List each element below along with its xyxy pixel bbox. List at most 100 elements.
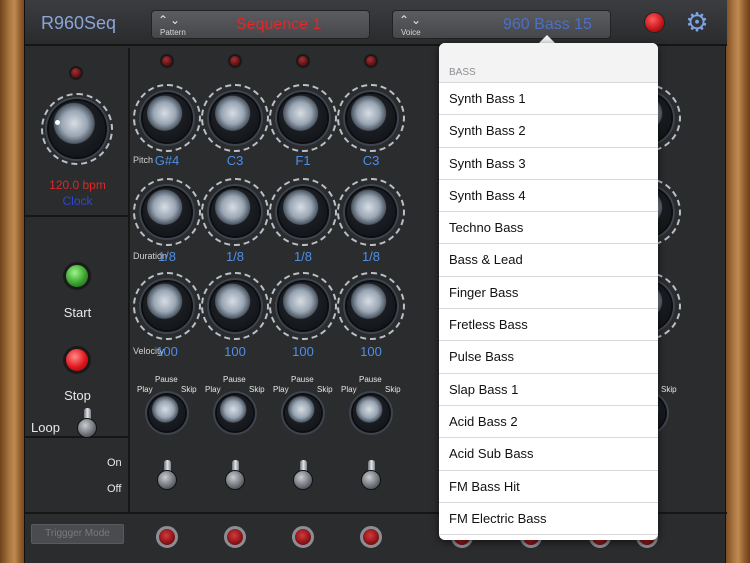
skip-label: Skip bbox=[181, 385, 197, 394]
skip-label: Skip bbox=[661, 385, 677, 394]
voice-caption: Voice bbox=[401, 28, 421, 37]
up-down-arrows-icon[interactable]: ⌃⌄ bbox=[158, 13, 182, 27]
play-mode-knob[interactable] bbox=[149, 395, 185, 431]
step-toggle[interactable] bbox=[156, 460, 178, 490]
step-toggle[interactable] bbox=[292, 460, 314, 490]
pattern-selector[interactable]: ⌃⌄ Pattern Sequence 1 bbox=[151, 10, 370, 39]
dropdown-item[interactable]: Acid Bass 2 bbox=[439, 405, 658, 439]
velocity-knob[interactable] bbox=[211, 282, 259, 330]
voice-dropdown: BASS Synth Bass 1 Synth Bass 2 Synth Bass … bbox=[439, 43, 658, 540]
tempo-knob-indicator bbox=[55, 120, 60, 125]
pause-label: Pause bbox=[291, 375, 314, 384]
duration-knob[interactable] bbox=[143, 188, 191, 236]
pitch-knob[interactable] bbox=[143, 94, 191, 142]
velocity-knob[interactable] bbox=[279, 282, 327, 330]
dropdown-item[interactable]: Techno Bass bbox=[439, 212, 658, 245]
app-title: R960Seq bbox=[41, 13, 117, 33]
start-button[interactable] bbox=[63, 262, 91, 290]
divider bbox=[25, 215, 130, 217]
step-led bbox=[364, 54, 378, 68]
pitch-value: G#4 bbox=[154, 153, 180, 168]
dropdown-list: Synth Bass 1 Synth Bass 2 Synth Bass 3 Synt… bbox=[439, 83, 658, 536]
clock-led bbox=[69, 66, 83, 80]
dropdown-item[interactable]: FM Bass Hit bbox=[439, 470, 658, 503]
duration-value: 1/8 bbox=[293, 249, 313, 264]
pause-label: Pause bbox=[223, 375, 246, 384]
tempo-knob[interactable] bbox=[49, 101, 105, 157]
record-icon[interactable] bbox=[644, 12, 665, 33]
velocity-knob[interactable] bbox=[143, 282, 191, 330]
dropdown-section-header: BASS bbox=[439, 43, 658, 83]
dropdown-item[interactable]: Fretless Bass bbox=[439, 309, 658, 342]
duration-value: 1/8 bbox=[157, 249, 177, 264]
trigger-mode-button[interactable]: Triggger Mode bbox=[31, 524, 124, 544]
duration-knob[interactable] bbox=[347, 188, 395, 236]
velocity-value: 100 bbox=[292, 344, 314, 359]
trigger-led[interactable] bbox=[156, 526, 178, 548]
dropdown-item[interactable]: Pulse Bass bbox=[439, 341, 658, 374]
velocity-knob[interactable] bbox=[347, 282, 395, 330]
stop-button[interactable] bbox=[63, 346, 91, 374]
duration-value: 1/8 bbox=[361, 249, 381, 264]
duration-knob[interactable] bbox=[211, 188, 259, 236]
step-toggle[interactable] bbox=[360, 460, 382, 490]
pattern-value: Sequence 1 bbox=[236, 16, 322, 33]
skip-label: Skip bbox=[385, 385, 401, 394]
pitch-knob[interactable] bbox=[347, 94, 395, 142]
skip-label: Skip bbox=[317, 385, 333, 394]
trigger-led[interactable] bbox=[292, 526, 314, 548]
voice-value: 960 Bass 15 bbox=[503, 16, 592, 33]
toggle-base bbox=[157, 470, 177, 490]
play-mode-knob[interactable] bbox=[285, 395, 321, 431]
step-toggle[interactable] bbox=[224, 460, 246, 490]
play-mode-knob[interactable] bbox=[217, 395, 253, 431]
voice-selector[interactable]: ⌃⌄ Voice 960 Bass 15 bbox=[392, 10, 611, 39]
play-label: Play bbox=[205, 385, 221, 394]
play-mode-knob[interactable] bbox=[353, 395, 389, 431]
toggle-base bbox=[77, 418, 97, 438]
step-led bbox=[296, 54, 310, 68]
duration-knob[interactable] bbox=[279, 188, 327, 236]
play-label: Play bbox=[341, 385, 357, 394]
bpm-readout: 120.0 bpm bbox=[49, 178, 106, 192]
pause-label: Pause bbox=[359, 375, 382, 384]
dropdown-item[interactable]: Finger Bass bbox=[439, 276, 658, 310]
play-label: Play bbox=[273, 385, 289, 394]
velocity-value: 100 bbox=[156, 344, 178, 359]
dropdown-item[interactable]: FM Electric Bass bbox=[439, 502, 658, 536]
step-led bbox=[228, 54, 242, 68]
dropdown-item[interactable]: Synth Bass 1 bbox=[439, 83, 658, 116]
toggle-base bbox=[293, 470, 313, 490]
trigger-led[interactable] bbox=[224, 526, 246, 548]
loop-toggle[interactable] bbox=[76, 408, 98, 438]
gear-icon[interactable]: ⚙ bbox=[683, 8, 711, 36]
sequencer-panel: R960Seq ⌃⌄ Pattern Sequence 1 ⌃⌄ Voice 9… bbox=[24, 0, 727, 563]
toggle-base bbox=[361, 470, 381, 490]
dropdown-item[interactable]: Synth Bass 4 bbox=[439, 179, 658, 213]
up-down-arrows-icon[interactable]: ⌃⌄ bbox=[399, 13, 423, 27]
loop-on-label: On bbox=[107, 457, 122, 469]
step-led bbox=[160, 54, 174, 68]
wood-frame-left bbox=[0, 0, 26, 563]
dropdown-item[interactable]: Slap Bass 1 bbox=[439, 373, 658, 406]
pitch-value: F1 bbox=[295, 153, 311, 168]
trigger-led[interactable] bbox=[360, 526, 382, 548]
clock-source[interactable]: Clock bbox=[25, 194, 130, 208]
toggle-base bbox=[225, 470, 245, 490]
dropdown-item[interactable]: Synth Bass 3 bbox=[439, 147, 658, 180]
dropdown-item[interactable]: Synth Bass 2 bbox=[439, 115, 658, 148]
pitch-knob[interactable] bbox=[279, 94, 327, 142]
velocity-value: 100 bbox=[360, 344, 382, 359]
stop-label: Stop bbox=[64, 388, 91, 403]
header-bar: R960Seq ⌃⌄ Pattern Sequence 1 ⌃⌄ Voice 9… bbox=[25, 0, 727, 46]
pitch-value: C3 bbox=[362, 153, 380, 168]
left-control-column: 120.0 bpm Clock Start Stop bbox=[25, 48, 130, 514]
velocity-value: 100 bbox=[224, 344, 246, 359]
dropdown-item[interactable]: Bass & Lead bbox=[439, 244, 658, 277]
pitch-knob[interactable] bbox=[211, 94, 259, 142]
pause-label: Pause bbox=[155, 375, 178, 384]
skip-label: Skip bbox=[249, 385, 265, 394]
duration-value: 1/8 bbox=[225, 249, 245, 264]
loop-off-label: Off bbox=[107, 483, 122, 495]
dropdown-item[interactable]: Acid Sub Bass bbox=[439, 438, 658, 471]
